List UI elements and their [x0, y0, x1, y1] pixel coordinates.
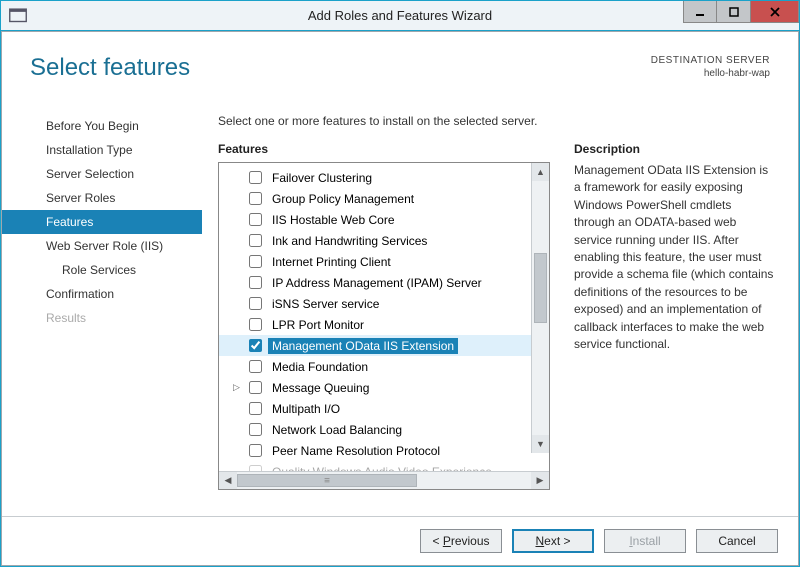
feature-label: Management OData IIS Extension — [268, 338, 458, 354]
feature-row[interactable]: Multipath I/O — [219, 398, 531, 419]
feature-row[interactable]: Network Load Balancing — [219, 419, 531, 440]
feature-row[interactable]: Ink and Handwriting Services — [219, 230, 531, 251]
feature-checkbox[interactable] — [249, 444, 262, 457]
feature-label: Group Policy Management — [268, 191, 418, 207]
columns: Features Failover Clustering Group Policy… — [218, 142, 774, 516]
titlebar: Add Roles and Features Wizard — [1, 1, 799, 31]
scroll-right-icon[interactable]: ▶ — [531, 472, 549, 489]
nav-item-server-selection[interactable]: Server Selection — [2, 162, 202, 186]
feature-row[interactable]: IP Address Management (IPAM) Server — [219, 272, 531, 293]
next-label: ext — [544, 534, 560, 548]
feature-checkbox[interactable] — [249, 276, 262, 289]
right-area: Select one or more features to install o… — [202, 90, 798, 516]
feature-checkbox[interactable] — [249, 339, 262, 352]
feature-label: LPR Port Monitor — [268, 317, 368, 333]
features-column: Features Failover Clustering Group Policy… — [218, 142, 550, 516]
main: Before You BeginInstallation TypeServer … — [2, 90, 798, 516]
instruction-text: Select one or more features to install o… — [218, 114, 774, 128]
feature-checkbox[interactable] — [249, 213, 262, 226]
nav-item-role-services[interactable]: Role Services — [2, 258, 202, 282]
vertical-scrollbar[interactable]: ▲ ▼ — [531, 163, 549, 453]
features-title: Features — [218, 142, 550, 156]
feature-label: Failover Clustering — [268, 170, 376, 186]
scroll-left-icon[interactable]: ◀ — [219, 472, 237, 489]
nav-item-web-server-role-iis-[interactable]: Web Server Role (IIS) — [2, 234, 202, 258]
previous-button[interactable]: < Previous — [420, 529, 502, 553]
feature-row[interactable]: Group Policy Management — [219, 188, 531, 209]
nav-item-features[interactable]: Features — [2, 210, 202, 234]
feature-row[interactable]: IIS Hostable Web Core — [219, 209, 531, 230]
footer: < Previous Next > Install Cancel — [2, 516, 798, 565]
nav-item-before-you-begin[interactable]: Before You Begin — [2, 114, 202, 138]
close-button[interactable] — [751, 1, 799, 23]
wizard-body: Select features DESTINATION SERVER hello… — [1, 31, 799, 566]
feature-checkbox[interactable] — [249, 423, 262, 436]
features-listbox[interactable]: Failover Clustering Group Policy Manageme… — [218, 162, 550, 490]
nav-item-confirmation[interactable]: Confirmation — [2, 282, 202, 306]
feature-checkbox[interactable] — [249, 360, 262, 373]
feature-label: Internet Printing Client — [268, 254, 395, 270]
nav-item-server-roles[interactable]: Server Roles — [2, 186, 202, 210]
feature-checkbox[interactable] — [249, 297, 262, 310]
description-column: Description Management OData IIS Extensi… — [574, 142, 774, 516]
header-row: Select features DESTINATION SERVER hello… — [2, 32, 798, 90]
feature-label: Message Queuing — [268, 380, 373, 396]
feature-label: Peer Name Resolution Protocol — [268, 443, 444, 459]
feature-row[interactable]: Internet Printing Client — [219, 251, 531, 272]
feature-label: Multipath I/O — [268, 401, 344, 417]
next-button[interactable]: Next > — [512, 529, 594, 553]
scroll-down-icon[interactable]: ▼ — [532, 435, 549, 453]
horizontal-scrollbar[interactable]: ◀ ▶ — [219, 471, 549, 489]
hscroll-thumb[interactable] — [237, 474, 417, 487]
window-title: Add Roles and Features Wizard — [1, 8, 799, 23]
page-heading: Select features — [30, 54, 190, 82]
description-text: Management OData IIS Extension is a fram… — [574, 162, 774, 353]
feature-label: Media Foundation — [268, 359, 372, 375]
feature-label: Quality Windows Audio Video Experience — [268, 464, 496, 472]
wizard-nav: Before You BeginInstallation TypeServer … — [2, 90, 202, 516]
feature-row[interactable]: iSNS Server service — [219, 293, 531, 314]
scroll-thumb[interactable] — [534, 253, 547, 323]
feature-label: Network Load Balancing — [268, 422, 406, 438]
feature-checkbox[interactable] — [249, 381, 262, 394]
destination-server-value: hello-habr-wap — [651, 67, 770, 80]
feature-row[interactable]: Management OData IIS Extension — [219, 335, 531, 356]
feature-label: IP Address Management (IPAM) Server — [268, 275, 486, 291]
feature-row[interactable]: Peer Name Resolution Protocol — [219, 440, 531, 461]
description-title: Description — [574, 142, 774, 156]
feature-row[interactable]: ▷ Message Queuing — [219, 377, 531, 398]
feature-row[interactable]: Quality Windows Audio Video Experience — [219, 461, 531, 471]
feature-label: Ink and Handwriting Services — [268, 233, 431, 249]
expand-icon[interactable]: ▷ — [233, 382, 243, 393]
feature-checkbox[interactable] — [249, 234, 262, 247]
feature-checkbox[interactable] — [249, 192, 262, 205]
destination-server-label: DESTINATION SERVER — [651, 54, 770, 67]
feature-label: iSNS Server service — [268, 296, 383, 312]
window-controls — [683, 1, 799, 30]
install-label: nstall — [633, 534, 661, 548]
feature-checkbox[interactable] — [249, 171, 262, 184]
cancel-button[interactable]: Cancel — [696, 529, 778, 553]
feature-label: IIS Hostable Web Core — [268, 212, 399, 228]
minimize-button[interactable] — [683, 1, 717, 23]
install-button: Install — [604, 529, 686, 553]
feature-row[interactable]: LPR Port Monitor — [219, 314, 531, 335]
nav-item-installation-type[interactable]: Installation Type — [2, 138, 202, 162]
maximize-button[interactable] — [717, 1, 751, 23]
feature-checkbox[interactable] — [249, 318, 262, 331]
destination-server: DESTINATION SERVER hello-habr-wap — [651, 54, 770, 80]
feature-checkbox[interactable] — [249, 255, 262, 268]
nav-item-results: Results — [2, 306, 202, 330]
previous-label: revious — [451, 534, 490, 548]
scroll-up-icon[interactable]: ▲ — [532, 163, 549, 181]
app-icon — [7, 5, 29, 27]
feature-checkbox[interactable] — [249, 402, 262, 415]
feature-row[interactable]: Media Foundation — [219, 356, 531, 377]
feature-row[interactable]: Failover Clustering — [219, 167, 531, 188]
feature-checkbox[interactable] — [249, 465, 262, 471]
